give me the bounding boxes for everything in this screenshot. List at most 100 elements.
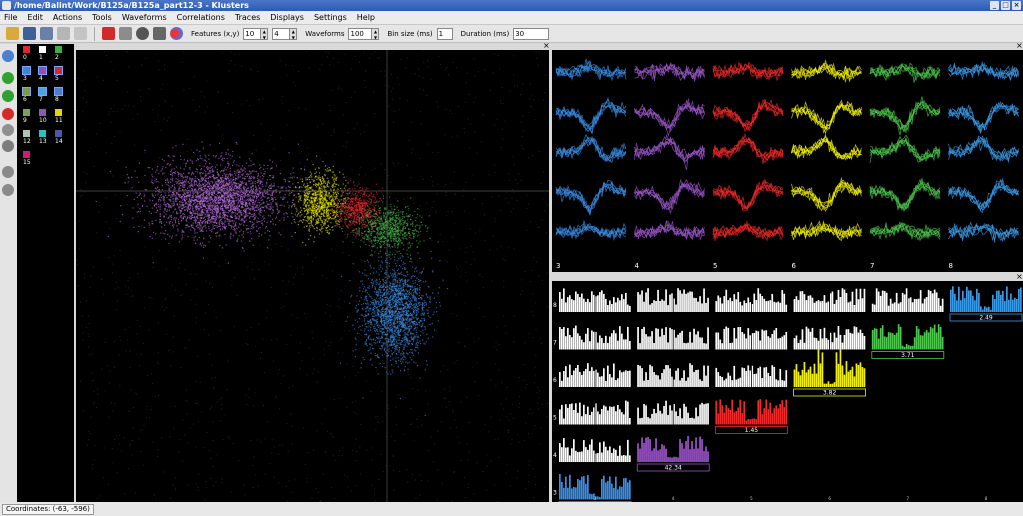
- noise-point: [114, 194, 116, 196]
- cluster-swatch-12[interactable]: 12: [20, 130, 34, 145]
- menu-settings[interactable]: Settings: [314, 13, 347, 22]
- menu-correlations[interactable]: Correlations: [177, 13, 225, 22]
- save-icon[interactable]: [23, 27, 36, 40]
- cluster-point: [212, 201, 214, 203]
- delete-noise-icon[interactable]: [2, 124, 14, 136]
- select-time-icon[interactable]: [2, 140, 14, 152]
- waveforms-spinbox[interactable]: ▲▼: [348, 27, 380, 40]
- menu-file[interactable]: File: [4, 13, 17, 22]
- cluster-swatch-14[interactable]: 14: [52, 130, 66, 145]
- cluster-point: [331, 218, 333, 220]
- cluster-point: [313, 214, 315, 216]
- new-cluster-icon[interactable]: [2, 72, 14, 84]
- cluster-point: [312, 226, 314, 228]
- cluster-swatch-3[interactable]: 3: [20, 66, 34, 82]
- menu-help[interactable]: Help: [357, 13, 375, 22]
- cluster-point: [190, 224, 192, 226]
- cluster-point: [300, 195, 302, 197]
- feature-y-arrows[interactable]: ▲ ▼: [290, 27, 298, 40]
- menu-waveforms[interactable]: Waveforms: [122, 13, 167, 22]
- cluster-swatch-9[interactable]: 9: [20, 109, 34, 124]
- cluster-point: [121, 214, 124, 216]
- cluster-point: [209, 229, 211, 231]
- close-window-button[interactable]: ×: [1012, 1, 1021, 10]
- cluster-point: [214, 208, 216, 210]
- bin-size-input[interactable]: [436, 27, 453, 40]
- feature-y-input[interactable]: [272, 27, 291, 40]
- noise-point: [132, 427, 134, 429]
- cluster-swatch-13[interactable]: 13: [36, 130, 50, 145]
- menu-tools[interactable]: Tools: [92, 13, 112, 22]
- cluster-point: [131, 187, 133, 189]
- cluster-point: [287, 216, 289, 218]
- feature-y-spinbox[interactable]: ▲▼: [272, 27, 298, 40]
- cluster-point: [234, 230, 236, 232]
- cluster-swatch-8[interactable]: 8: [52, 87, 66, 103]
- cluster-swatch-4[interactable]: 4: [36, 66, 50, 82]
- cluster-point: [201, 229, 203, 232]
- cluster-point: [204, 245, 206, 247]
- noise-point: [537, 387, 539, 389]
- cluster-swatch-7[interactable]: 7: [36, 87, 50, 103]
- maximize-button[interactable]: □: [1001, 1, 1010, 10]
- duration-input[interactable]: [513, 27, 550, 40]
- menu-edit[interactable]: Edit: [27, 13, 43, 22]
- noise-point: [496, 248, 498, 250]
- cluster-point: [213, 215, 215, 218]
- waveforms-input[interactable]: [348, 27, 373, 40]
- feature-x-spinbox[interactable]: ▲▼: [243, 27, 269, 40]
- waveforms-arrows[interactable]: ▲ ▼: [372, 27, 380, 40]
- delete-cluster-icon[interactable]: [102, 27, 115, 40]
- cluster-swatch-10[interactable]: 10: [36, 109, 50, 124]
- cluster-swatch-0[interactable]: 0: [20, 46, 34, 61]
- cluster-point: [199, 181, 201, 183]
- draw-time-line-icon[interactable]: [2, 166, 14, 178]
- cluster-point: [230, 185, 232, 187]
- noise-point: [315, 257, 317, 259]
- noise-point: [388, 85, 390, 87]
- undo-icon[interactable]: [57, 27, 70, 40]
- noise-point: [292, 385, 294, 387]
- add-cluster-icon[interactable]: [2, 90, 14, 102]
- redo-icon[interactable]: [74, 27, 87, 40]
- cluster-point: [174, 186, 176, 188]
- menu-actions[interactable]: Actions: [53, 13, 82, 22]
- cluster-point: [324, 206, 326, 208]
- noise-point: [437, 430, 439, 432]
- delete-points-icon[interactable]: [2, 108, 14, 120]
- cluster-swatch-15[interactable]: 15: [20, 151, 34, 166]
- cluster-point: [210, 237, 212, 239]
- menu-displays[interactable]: Displays: [270, 13, 304, 22]
- delete-time-line-icon[interactable]: [2, 184, 14, 196]
- menu-traces[interactable]: Traces: [235, 13, 260, 22]
- noise-point: [199, 141, 201, 143]
- circle-tool-icon[interactable]: [136, 27, 149, 40]
- cluster-point: [224, 220, 226, 222]
- color-merge-icon[interactable]: [170, 27, 183, 40]
- open-folder-icon[interactable]: [6, 27, 19, 40]
- noise-point: [212, 466, 214, 468]
- noise-point: [478, 274, 480, 276]
- cluster-swatch-1[interactable]: 1: [36, 46, 50, 61]
- noise-point: [104, 341, 106, 343]
- cluster-swatch-2[interactable]: 2: [52, 46, 66, 61]
- trash-icon[interactable]: [119, 27, 132, 40]
- square-tool-icon[interactable]: [153, 27, 166, 40]
- cluster-view[interactable]: [76, 50, 549, 502]
- cluster-point: [268, 186, 270, 188]
- cluster-swatch-6[interactable]: 6: [20, 87, 34, 103]
- cluster-swatch-5[interactable]: 5: [52, 66, 66, 82]
- feature-x-input[interactable]: [243, 27, 262, 40]
- zoom-icon[interactable]: [2, 50, 14, 62]
- cluster-point: [236, 199, 238, 201]
- feature-x-arrows[interactable]: ▲ ▼: [261, 27, 269, 40]
- cluster-point: [260, 203, 263, 205]
- cluster-swatch-11[interactable]: 11: [52, 109, 66, 124]
- cluster-point: [258, 199, 260, 201]
- cluster-point: [244, 193, 246, 195]
- cluster-point: [186, 198, 188, 200]
- cluster-point: [324, 223, 326, 225]
- print-icon[interactable]: [40, 27, 53, 40]
- cluster-scatter-plot[interactable]: [76, 50, 549, 502]
- minimize-button[interactable]: _: [990, 1, 999, 10]
